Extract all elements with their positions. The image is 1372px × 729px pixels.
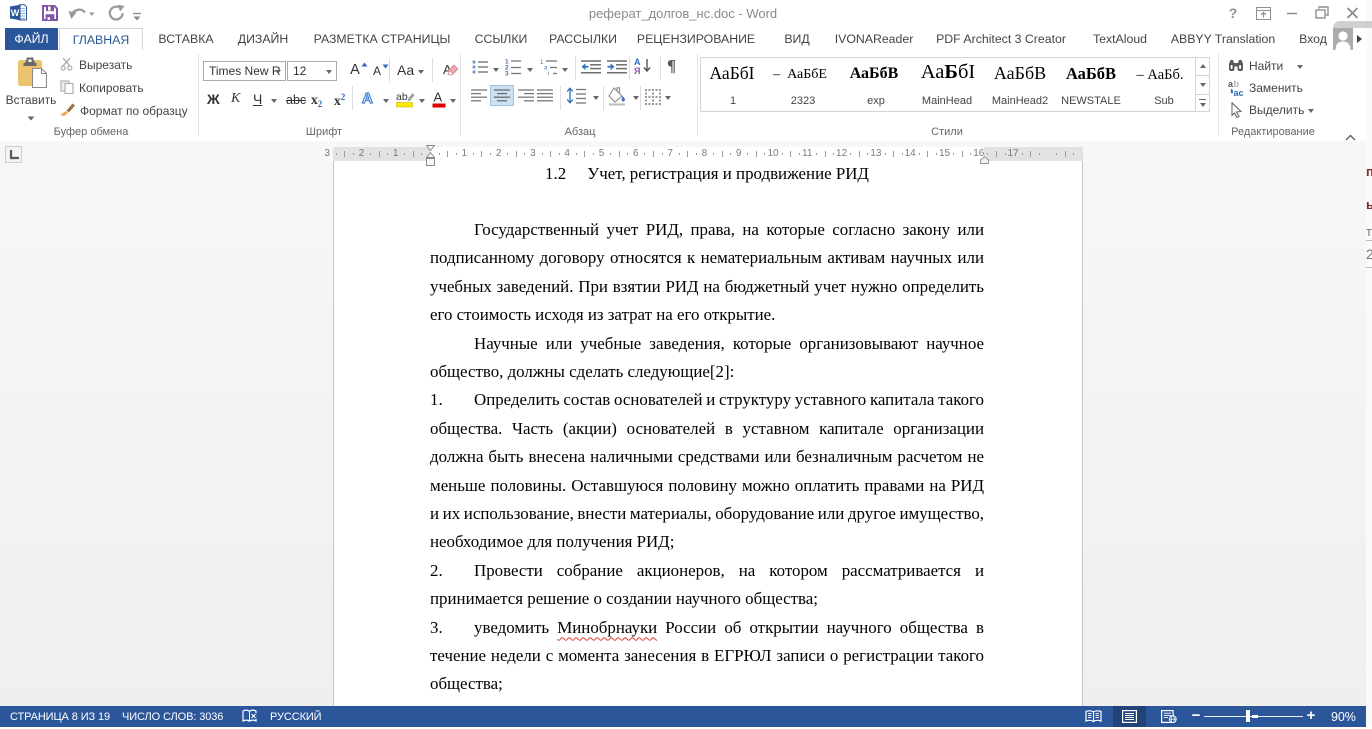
svg-text:А: А [434, 90, 443, 105]
svg-text:ac: ac [1234, 88, 1244, 97]
svg-text:Я: Я [634, 66, 640, 75]
svg-text:ab: ab [396, 91, 408, 103]
svg-text:W: W [11, 8, 20, 18]
svg-text:3: 3 [505, 71, 509, 77]
svg-text:i: i [548, 72, 549, 76]
